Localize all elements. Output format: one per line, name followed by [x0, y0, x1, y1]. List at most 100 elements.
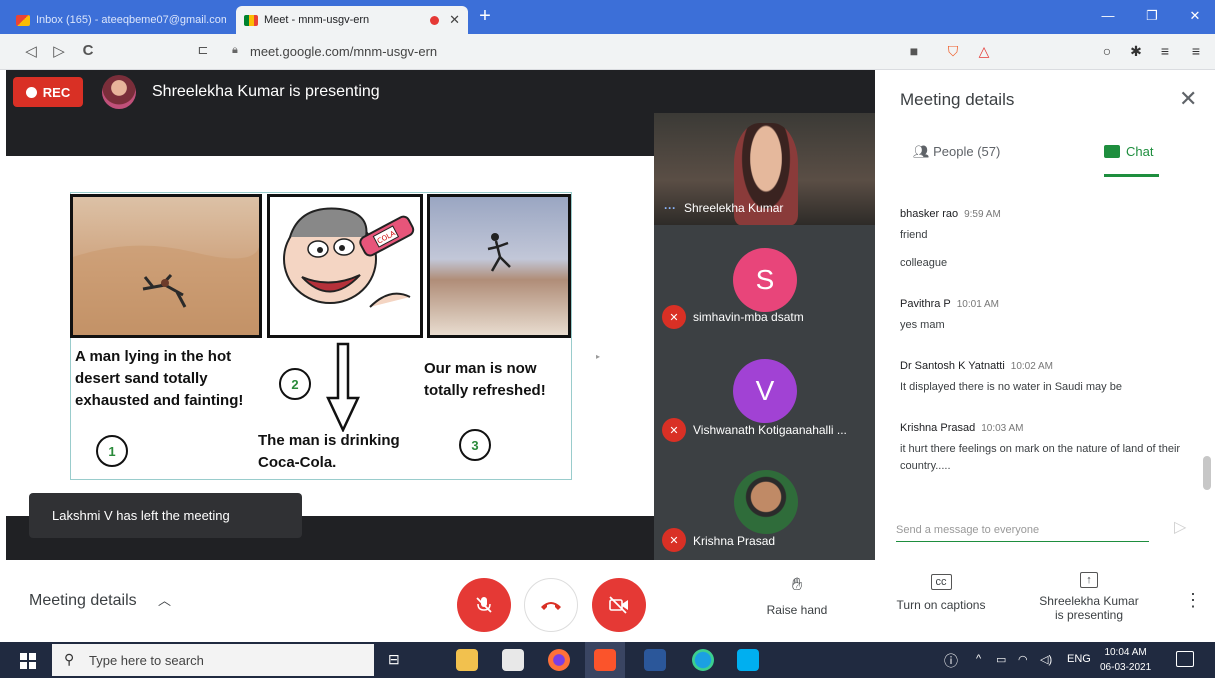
- menu-icon[interactable]: ≡: [1186, 43, 1206, 59]
- caption-1-line: exhausted and fainting!: [75, 392, 244, 409]
- chat-text: yes mam: [900, 319, 945, 331]
- down-arrow-icon: [326, 342, 360, 432]
- presentation-button[interactable]: ↑ Shreelekha Kumar is presenting: [1030, 572, 1148, 622]
- windows-taskbar: ⚲ Type here to search ⊟ ⓘ ^ ▭ ◠ ◁) ENG 1…: [0, 642, 1215, 678]
- close-icon[interactable]: ✕: [449, 12, 460, 28]
- close-window-button[interactable]: ✕: [1175, 8, 1215, 24]
- tab-inbox-label: Inbox (165) - ateeqbeme07@gmail.com: [36, 14, 226, 26]
- raise-hand-label: Raise hand: [766, 603, 828, 617]
- forward-icon[interactable]: ▷: [48, 42, 70, 60]
- raise-hand-button[interactable]: ✋︎ Raise hand: [757, 574, 837, 617]
- avatar: [102, 75, 136, 109]
- more-options-icon[interactable]: ⋮: [1184, 590, 1202, 611]
- camera-icon[interactable]: ■: [904, 43, 924, 59]
- edge-icon[interactable]: [692, 649, 714, 671]
- chat-time: 10:02 AM: [1010, 361, 1054, 372]
- wifi-icon[interactable]: ◠: [1018, 653, 1028, 666]
- chat-text: it hurt there feelings on mark on the na…: [900, 443, 1181, 472]
- captions-label: Turn on captions: [896, 598, 986, 612]
- hangup-button[interactable]: [524, 578, 578, 632]
- presenting-line: is presenting: [1054, 608, 1124, 622]
- step-number-3: 3: [459, 429, 491, 461]
- skype-icon[interactable]: [737, 649, 759, 671]
- chat-time: 10:03 AM: [981, 423, 1024, 434]
- store-icon[interactable]: [502, 649, 524, 671]
- tab-meet[interactable]: Meet - mnm-usgv-ern ✕: [236, 6, 468, 34]
- close-icon[interactable]: ✕: [1179, 86, 1197, 112]
- brave-rewards-icon[interactable]: △: [974, 43, 994, 60]
- caption-1-line: A man lying in the hot: [75, 348, 232, 365]
- caption-3-line: Our man is now: [424, 360, 537, 377]
- chat-sender: Krishna Prasad: [900, 422, 976, 434]
- clock-date: 06-03-2021: [1100, 662, 1152, 673]
- help-icon[interactable]: ⓘ: [944, 651, 958, 671]
- chat-text: friend: [900, 229, 928, 241]
- video-off-button[interactable]: [592, 578, 646, 632]
- word-icon[interactable]: [644, 649, 666, 671]
- tray-chevron-icon[interactable]: ^: [976, 653, 981, 665]
- taskbar-search[interactable]: ⚲ Type here to search: [52, 644, 374, 676]
- chat-sender: Pavithra P: [900, 298, 951, 310]
- hangup-icon: [541, 602, 561, 610]
- reload-icon[interactable]: C: [77, 42, 99, 59]
- search-icon: ⚲: [64, 651, 75, 667]
- chat-time: 9:59 AM: [964, 209, 1001, 220]
- meeting-details-panel: Meeting details ✕ 👥︎ People (57) Chat bh…: [879, 70, 1215, 560]
- file-explorer-icon[interactable]: [456, 649, 478, 671]
- tab-chat-indicator: [1104, 174, 1159, 177]
- battery-icon[interactable]: ▭: [996, 653, 1006, 666]
- volume-icon[interactable]: ◁): [1040, 653, 1052, 666]
- minimize-button[interactable]: —: [1088, 8, 1128, 23]
- participant-name: Vishwanath Kotigaanahalli ...: [693, 423, 847, 437]
- chat-sender: bhasker rao: [900, 208, 959, 220]
- taskbar-search-text: Type here to search: [89, 653, 204, 668]
- step-number-2: 2: [279, 368, 311, 400]
- extensions-icon[interactable]: ○: [1097, 43, 1117, 59]
- clock-time: 10:04 AM: [1104, 647, 1147, 658]
- maximize-button[interactable]: ❐: [1132, 8, 1172, 24]
- chevron-up-icon[interactable]: ︿: [158, 590, 171, 609]
- participant-name: Krishna Prasad: [693, 534, 776, 548]
- brave-icon[interactable]: [594, 649, 616, 671]
- step-number-1: 1: [96, 435, 128, 467]
- chat-text: It displayed there is no water in Saudi …: [900, 381, 1122, 393]
- chat-message: bhasker rao 9:59 AM friend colleague: [900, 204, 1185, 272]
- url-bar[interactable]: 🔒︎ meet.google.com/mnm-usgv-ern: [190, 39, 1000, 65]
- windows-icon[interactable]: [20, 653, 36, 669]
- system-clock[interactable]: 10:04 AM 06-03-2021: [1100, 645, 1151, 675]
- avatar-v: V: [733, 359, 797, 423]
- chat-input[interactable]: Send a message to everyone: [896, 516, 1149, 542]
- tab-people[interactable]: 👥︎ People (57): [913, 144, 1000, 160]
- participant-name-text: Shreelekha Kumar: [684, 201, 784, 215]
- tab-inbox[interactable]: Inbox (165) - ateeqbeme07@gmail.com: [8, 6, 234, 34]
- send-icon[interactable]: ▷: [1174, 517, 1186, 537]
- panel-title: Meeting details: [900, 90, 1015, 109]
- mic-off-button[interactable]: [457, 578, 511, 632]
- chat-scrollbar[interactable]: [1203, 456, 1211, 490]
- mic-off-icon: ✕: [662, 418, 686, 442]
- new-tab-button[interactable]: +: [474, 6, 496, 28]
- presentation-slide: COLA A man lying in the hot desert sand …: [6, 156, 654, 516]
- meeting-details-button[interactable]: Meeting details: [29, 592, 137, 610]
- task-view-icon[interactable]: ⊟: [388, 651, 400, 668]
- notifications-icon[interactable]: [1176, 651, 1194, 667]
- present-icon: ↑: [1080, 572, 1098, 588]
- captions-button[interactable]: cc Turn on captions: [883, 574, 999, 612]
- rec-label: REC: [42, 84, 71, 100]
- participant-tile-shreelekha[interactable]: ··· Shreelekha Kumar: [654, 113, 875, 225]
- chat-message: Dr Santosh K Yatnatti 10:02 AM It display…: [900, 356, 1185, 396]
- video-off-icon: [609, 596, 628, 614]
- left-meeting-toast: Lakshmi V has left the meeting: [29, 493, 302, 538]
- firefox-icon[interactable]: [548, 649, 570, 671]
- more-icon[interactable]: ···: [664, 201, 676, 215]
- puzzle-icon[interactable]: ✱: [1126, 43, 1146, 60]
- brave-shield-icon[interactable]: ⛉: [943, 43, 963, 60]
- language-label[interactable]: ENG: [1067, 653, 1091, 665]
- playlist-icon[interactable]: ≡: [1155, 43, 1175, 59]
- bottom-control-bar: Meeting details ︿ ✋︎ Raise hand cc Turn …: [0, 560, 1215, 642]
- participant-name: ··· Shreelekha Kumar: [664, 201, 783, 215]
- tab-chat[interactable]: Chat: [1104, 144, 1153, 159]
- screen: Inbox (165) - ateeqbeme07@gmail.com Meet…: [0, 0, 1215, 678]
- back-icon[interactable]: ◁: [20, 42, 42, 60]
- recording-badge: REC: [13, 77, 83, 107]
